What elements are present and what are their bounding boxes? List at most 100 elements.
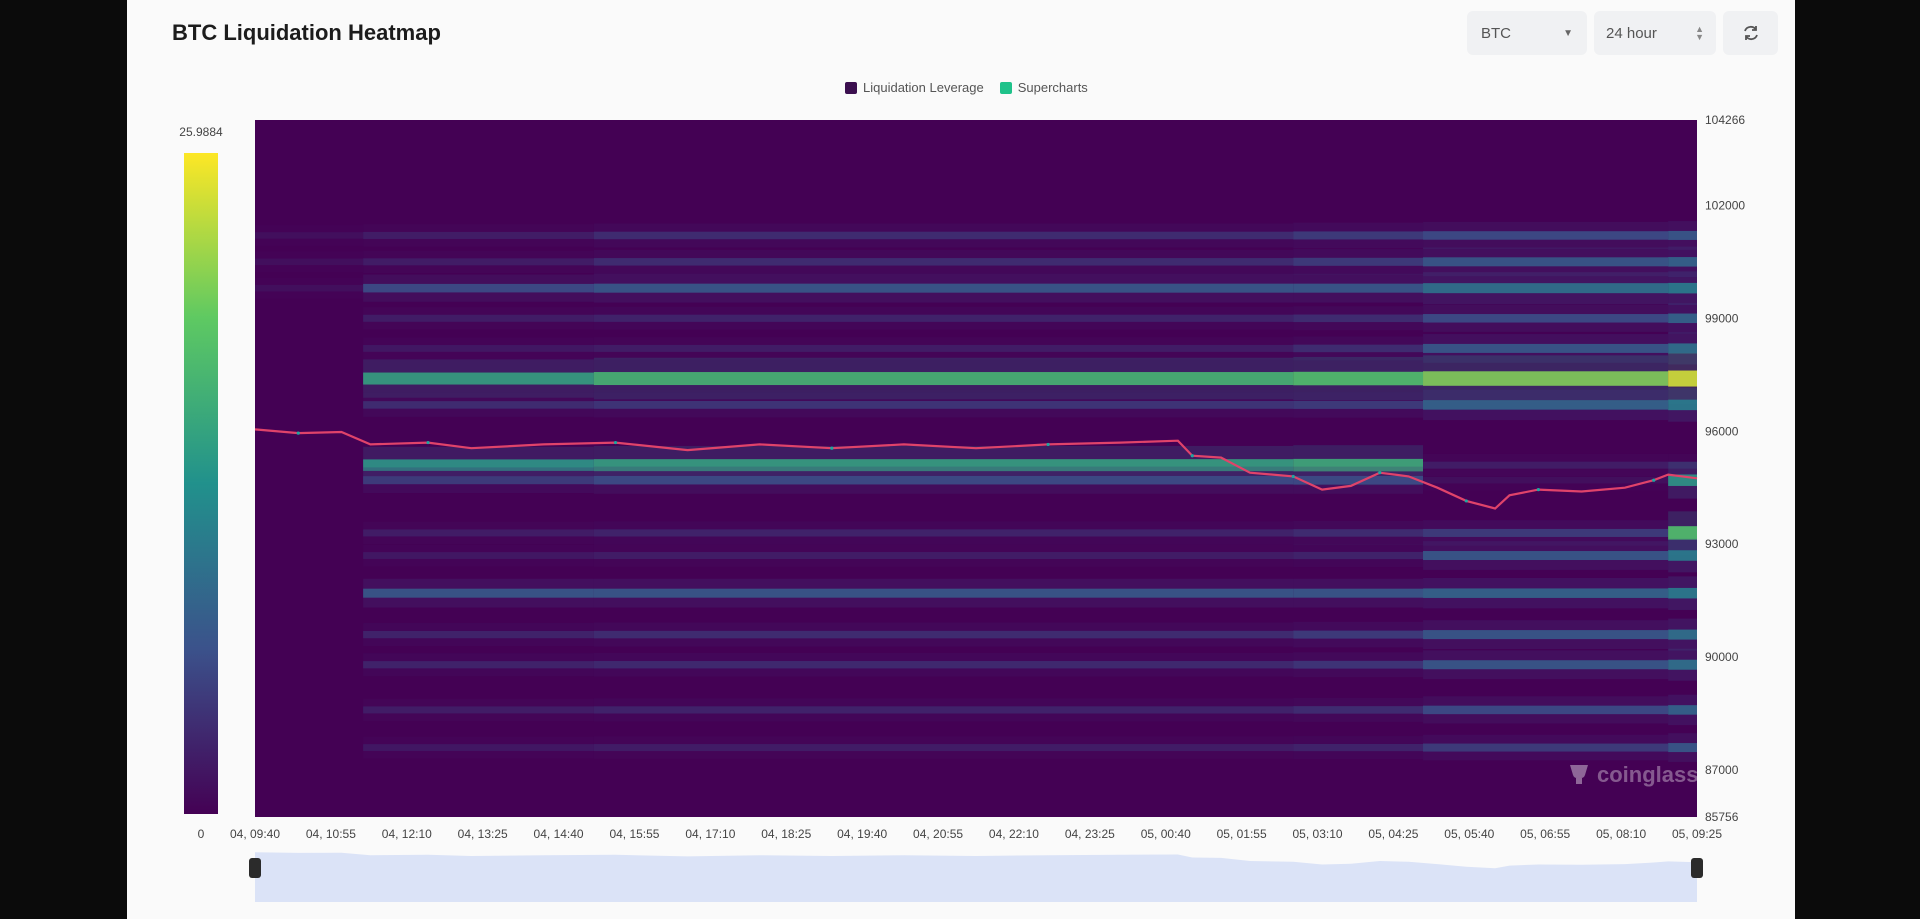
heat-halo-1-seg-2 [593,249,1294,274]
heat-halo-0-seg-0 [255,225,364,246]
heat-halo-11-seg-2 [593,578,1294,608]
y-axis: 104266 102000 99000 96000 93000 90000 87000 857… [1705,113,1745,824]
heat-halo-8-seg-1 [363,467,594,494]
price-point [613,440,618,445]
x-tick-label: 04, 14:40 [534,827,584,841]
heat-halo-5-seg-1 [363,359,594,398]
x-tick-label: 05, 00:40 [1141,827,1191,841]
x-tick-label: 05, 09:25 [1672,827,1722,841]
heat-halo-8-seg-2 [593,466,1294,494]
heat-halo-4-seg-1 [363,337,594,360]
x-tick-label: 05, 06:55 [1520,827,1570,841]
heat-halo-4-seg-2 [593,337,1294,360]
price-point [1464,499,1468,503]
x-tick-label: 04, 13:25 [458,827,508,841]
y-tick-label: 90000 [1705,650,1739,664]
x-tick-label: 04, 12:10 [382,827,432,841]
heat-halo-0-seg-3 [1293,222,1424,249]
heat-halo-8-seg-3 [1293,466,1424,494]
heat-halo-13-seg-2 [593,652,1294,677]
heat-halo-2-seg-0 [255,277,364,299]
coinglass-logo-icon [1570,765,1588,784]
heat-halo-6-seg-2 [593,392,1294,418]
navigator-right-handle[interactable] [1691,858,1703,878]
heat-halo-12-seg-4 [1423,620,1669,649]
x-tick-label: 04, 17:10 [685,827,735,841]
heat-halo-11-seg-1 [363,578,594,608]
heat-halo-13-seg-4 [1423,650,1669,680]
heat-halo-6-seg-1 [363,392,594,417]
y-tick-label: 87000 [1705,763,1739,777]
navigator-area [255,852,1697,902]
heat-halo-13-seg-1 [363,653,594,677]
range-navigator[interactable] [249,852,1703,902]
heat-halo-11-seg-4 [1423,577,1669,609]
x-tick-label: 04, 10:55 [306,827,356,841]
x-tick-label: 04, 09:40 [230,827,280,841]
watermark: coinglass [1567,762,1698,788]
heat-halo-3-seg-1 [363,307,594,330]
heat-halo-15-seg-3 [1293,736,1424,760]
heat-halo-8-seg-4 [1423,469,1669,491]
heat-halo-6-seg-5 [1668,388,1697,422]
navigator-left-handle[interactable] [249,858,261,878]
y-tick-label: 104266 [1705,113,1745,127]
x-tick-label: 05, 08:10 [1596,827,1646,841]
heat-halo-4-seg-3 [1293,336,1424,361]
y-tick-label: 96000 [1705,424,1739,438]
x-tick-label: 05, 03:10 [1293,827,1343,841]
heat-halo-15-seg-2 [593,736,1294,759]
price-point [296,431,300,435]
heat-halo-9-seg-3 [1293,520,1424,545]
heat-halo-12-seg-3 [1293,621,1424,648]
heat-halo-9-seg-2 [593,521,1294,545]
x-tick-label: 04, 23:25 [1065,827,1115,841]
price-point [1378,471,1382,475]
heat-halo-15-seg-5 [1668,733,1697,762]
y-tick-label: 85756 [1705,810,1739,824]
heat-halo-1-seg-1 [363,250,594,274]
y-tick-label: 99000 [1705,311,1739,325]
heat-halo-6-seg-4 [1423,389,1669,421]
y-tick-label: 93000 [1705,537,1739,551]
heat-halo-2-seg-2 [593,273,1294,303]
heat-halo-11-seg-5 [1668,576,1697,610]
heat-halo-14-seg-5 [1668,694,1697,726]
heat-halo-15-seg-1 [363,736,594,759]
heat-halo-10-seg-1 [363,544,594,567]
price-point [426,440,430,445]
heat-halo-2-seg-5 [1668,271,1697,305]
heat-halo-12-seg-2 [593,622,1294,647]
heat-halo-3-seg-2 [593,306,1294,330]
heat-halo-13-seg-3 [1293,652,1424,678]
heat-halo-1-seg-3 [1293,249,1424,275]
heat-halo-12-seg-1 [363,623,594,647]
heat-halo-12-seg-5 [1668,618,1697,651]
x-tick-label: 05, 04:25 [1368,827,1418,841]
heat-halo-10-seg-5 [1668,538,1697,573]
heat-halo-13-seg-5 [1668,648,1697,681]
watermark-text: coinglass [1597,762,1699,787]
price-point [830,446,834,450]
heat-halo-2-seg-4 [1423,272,1669,305]
heatmap-chart: 25.9884 0 104266 102000 99000 96000 93000 9000… [179,113,1745,902]
heat-halo-9-seg-1 [363,521,594,545]
heat-halo-8-seg-5 [1668,461,1697,499]
heat-halo-15-seg-4 [1423,734,1669,761]
heat-halo-2-seg-1 [363,274,594,302]
y-tick-label: 102000 [1705,198,1745,212]
heat-halo-0-seg-4 [1423,221,1669,250]
heat-halo-0-seg-2 [593,223,1294,248]
colorbar-max-label: 25.9884 [179,125,223,139]
x-tick-label: 05, 05:40 [1444,827,1494,841]
colorbar-gradient [184,153,218,814]
colorbar-min-label: 0 [198,827,205,841]
x-tick-label: 04, 22:10 [989,827,1039,841]
heat-halo-14-seg-2 [593,698,1294,722]
heat-halo-3-seg-5 [1668,303,1697,334]
heatmap-plot-area [255,120,1697,817]
x-tick-label: 04, 15:55 [609,827,659,841]
heat-halo-10-seg-4 [1423,541,1669,570]
x-tick-label: 04, 18:25 [761,827,811,841]
x-tick-label: 05, 01:55 [1217,827,1267,841]
